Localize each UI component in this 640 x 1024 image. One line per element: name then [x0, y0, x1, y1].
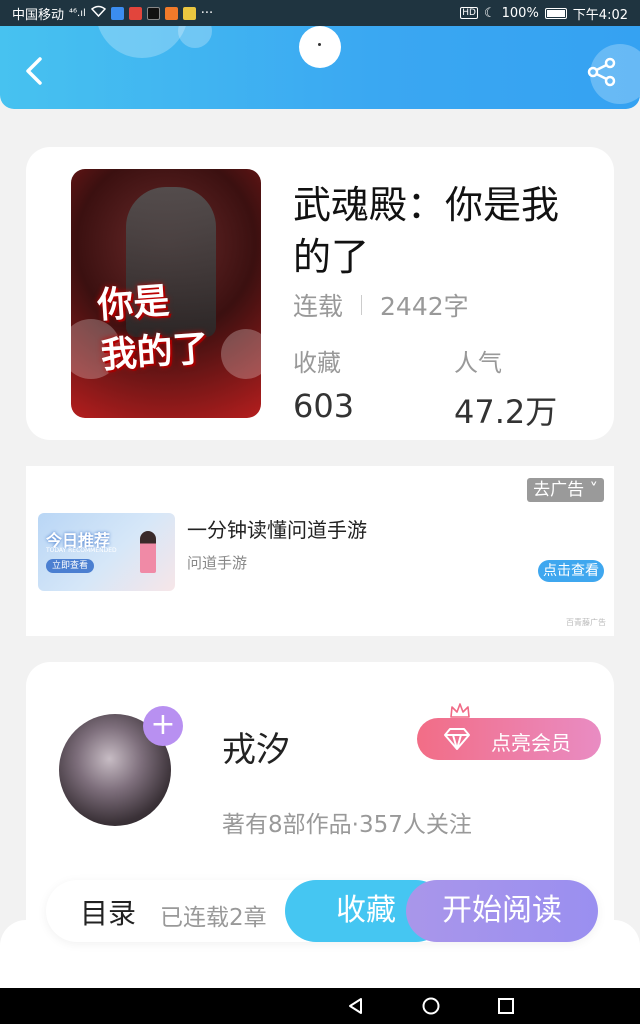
app-icon-orange [164, 6, 178, 20]
book-title: 武魂殿：你是我的了 [293, 183, 560, 279]
ad-thumb-figure [140, 531, 156, 573]
ad-thumb-button: 立即查看 [46, 559, 95, 573]
nav-recent-apps-icon[interactable] [496, 996, 516, 1016]
divider [361, 295, 363, 315]
app-icon-red [128, 6, 142, 20]
ad-banner[interactable]: 去广告 ˅ 今日推荐 TODAY RECOMMENDED 立即查看 一分钟读懂问… [26, 466, 614, 636]
ad-thumb-subtitle: TODAY RECOMMENDED [46, 547, 117, 554]
book-info-card: 你是 我的了 武魂殿：你是我的了 连载 2442字 收藏 603 人气 47.2… [26, 147, 614, 440]
table-of-contents-button[interactable]: 目录 [80, 892, 136, 932]
book-cover[interactable]: 你是 我的了 [71, 169, 261, 418]
crown-icon [450, 703, 470, 718]
status-bar: 中国移动 ⁴⁶.ıl ··· HD ☾ 100% 下午4:02 [0, 0, 640, 26]
hd-icon: HD [460, 7, 478, 19]
vip-membership-button[interactable]: 点亮会员 [417, 703, 601, 760]
favorites-label: 收藏 [293, 349, 341, 377]
action-bar: 目录 已连载2章 收藏 开始阅读 [46, 880, 598, 942]
serial-status: 连载 [293, 292, 344, 321]
nav-home-icon[interactable] [421, 996, 441, 1016]
clock: 下午4:02 [572, 7, 628, 23]
remove-ad-button[interactable]: 去广告 ˅ [527, 478, 604, 502]
word-count: 2442字 [380, 292, 469, 321]
diamond-icon [444, 728, 470, 750]
favorites-count: 603 [293, 387, 355, 425]
share-icon [587, 57, 616, 87]
ad-title: 一分钟读懂问道手游 [187, 518, 367, 542]
chevron-left-icon [26, 57, 42, 85]
header-bar [0, 26, 640, 109]
more-notifications: ··· [200, 5, 214, 21]
ad-subtitle: 问道手游 [187, 554, 248, 572]
moon-icon: ☾ [483, 5, 496, 21]
wifi-icon [90, 5, 106, 21]
ad-thumbnail[interactable]: 今日推荐 TODAY RECOMMENDED 立即查看 [38, 513, 175, 591]
start-reading-button[interactable]: 开始阅读 [406, 880, 598, 942]
header-bubble-decoration [96, 26, 188, 58]
carrier-label: 中国移动 [12, 7, 65, 23]
nav-back-icon[interactable] [346, 996, 366, 1016]
chapter-count[interactable]: 已连载2章 [160, 898, 267, 932]
book-status-row: 连载 2442字 [293, 287, 469, 323]
popularity-count: 47.2万 [454, 393, 558, 431]
follow-author-button[interactable]: + [143, 706, 183, 746]
app-icon-blue [110, 6, 124, 20]
battery-percent: 100% [501, 5, 539, 21]
share-button[interactable] [586, 56, 618, 88]
vip-button-label: 点亮会员 [491, 731, 571, 755]
system-navigation-bar [0, 988, 640, 1024]
app-icon-black [146, 6, 160, 20]
popularity-label: 人气 [454, 349, 502, 377]
ad-view-button[interactable]: 点击查看 [538, 560, 604, 582]
header-bubble-decoration [178, 26, 212, 48]
cover-title-art: 你是 我的了 [95, 279, 211, 377]
app-icon-yellow [182, 6, 196, 20]
author-name[interactable]: 戎汐 [222, 722, 290, 771]
ad-source-label: 百青藤广告 [566, 618, 606, 627]
author-stats: 著有8部作品·357人关注 [222, 812, 472, 838]
back-button[interactable] [18, 54, 52, 88]
cover-glow-decoration [221, 329, 261, 379]
battery-icon [544, 7, 567, 19]
signal-indicator: ⁴⁶.ıl [69, 7, 86, 19]
header-dot-decoration [299, 26, 341, 68]
